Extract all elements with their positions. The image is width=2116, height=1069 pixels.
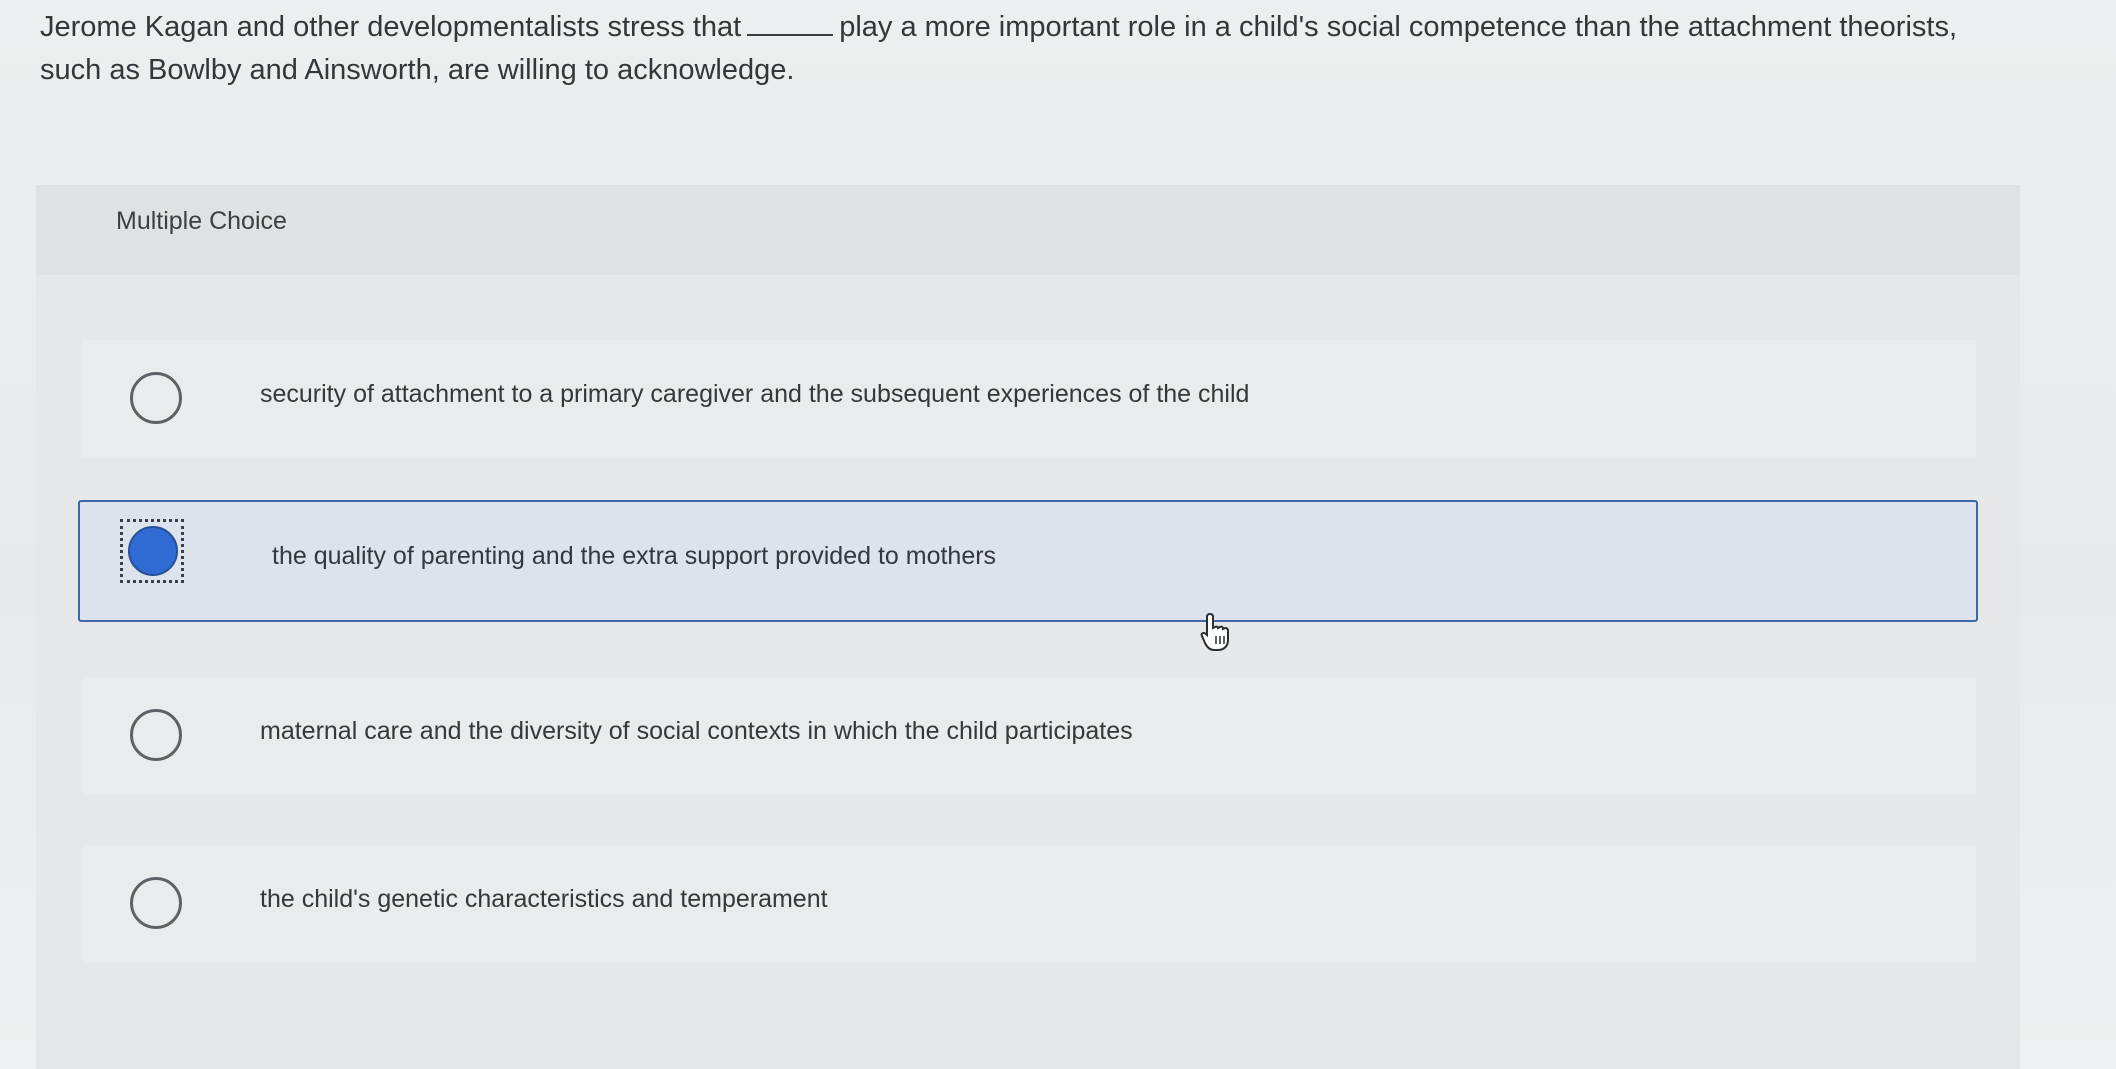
option-4-label: the child's genetic characteristics and …	[260, 885, 828, 913]
multiple-choice-panel: Multiple Choice security of attachment t…	[36, 185, 2020, 1069]
radio-button-option-2[interactable]	[120, 519, 184, 583]
option-1-label: security of attachment to a primary care…	[260, 380, 1250, 408]
radio-button-option-3[interactable]	[130, 709, 182, 761]
panel-header: Multiple Choice	[36, 185, 2020, 275]
answer-blank	[747, 10, 834, 36]
radio-button-option-4[interactable]	[130, 877, 182, 929]
panel-title: Multiple Choice	[116, 207, 287, 235]
hand-pointer-icon	[1200, 612, 1229, 651]
radio-button-option-1[interactable]	[130, 372, 182, 424]
option-3[interactable]: maternal care and the diversity of socia…	[82, 677, 1976, 795]
option-3-label: maternal care and the diversity of socia…	[260, 717, 1133, 745]
radio-selected-dot	[128, 526, 178, 576]
option-2-label: the quality of parenting and the extra s…	[272, 542, 997, 570]
option-1[interactable]: security of attachment to a primary care…	[82, 340, 1976, 458]
question-text-before: Jerome Kagan and other developmentalists…	[40, 11, 742, 43]
option-2[interactable]: the quality of parenting and the extra s…	[78, 500, 1978, 622]
question-text: Jerome Kagan and other developmentalists…	[40, 6, 2020, 92]
option-4[interactable]: the child's genetic characteristics and …	[82, 845, 1976, 963]
